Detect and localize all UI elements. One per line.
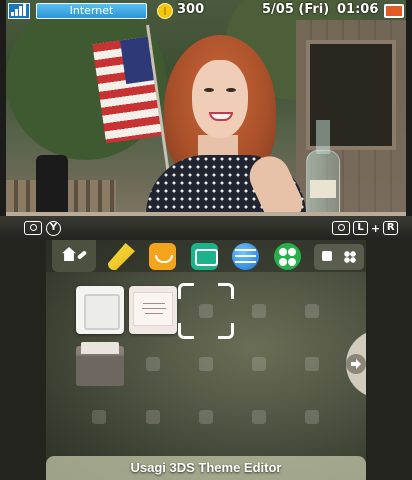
- camera-shortcut-left[interactable]: Y: [24, 219, 61, 237]
- empty-slot[interactable]: [199, 304, 213, 318]
- coin-icon: [157, 3, 173, 19]
- arrow-right-icon: [346, 354, 366, 374]
- next-page-button[interactable]: [346, 330, 366, 398]
- folder-app[interactable]: [76, 342, 124, 386]
- theme-title-bar: Usagi 3DS Theme Editor: [46, 456, 366, 480]
- bottle-neck: [316, 120, 330, 154]
- bottle-label: [310, 180, 336, 198]
- battery-icon: [384, 4, 404, 18]
- internet-connection-badge: Internet: [36, 3, 147, 19]
- wrench-icon: [76, 250, 88, 260]
- camera-icon: [24, 221, 42, 235]
- empty-slot[interactable]: [305, 410, 319, 424]
- view-size-toggle: [314, 244, 364, 270]
- empty-slot[interactable]: [252, 357, 266, 371]
- card-app[interactable]: [129, 286, 177, 334]
- empty-slot[interactable]: [92, 410, 106, 424]
- date: 5/05 (Fri): [262, 2, 330, 17]
- top-screen-wallpaper: Internet 300 5/05 (Fri) 01:06: [6, 0, 406, 240]
- empty-slot[interactable]: [146, 357, 160, 371]
- home-toolbar: [46, 240, 366, 272]
- clock: 01:06: [337, 2, 379, 17]
- empty-slot[interactable]: [252, 410, 266, 424]
- home-menu: Usagi 3DS Theme Editor: [46, 240, 366, 480]
- selection-cursor: [178, 283, 234, 339]
- empty-slot[interactable]: [199, 410, 213, 424]
- theme-title: Usagi 3DS Theme Editor: [130, 460, 282, 475]
- grid-icon[interactable]: [344, 251, 356, 263]
- camera-icon: [332, 221, 350, 235]
- white-square-app[interactable]: [76, 286, 124, 334]
- friends-icon[interactable]: [274, 243, 301, 270]
- notes-icon[interactable]: [108, 243, 135, 270]
- home-settings-icon: [62, 247, 76, 261]
- person-eye: [226, 88, 236, 92]
- bottom-screen-bezel-left: [0, 240, 46, 480]
- plus-separator: +: [371, 221, 381, 235]
- empty-slot[interactable]: [146, 410, 160, 424]
- bottom-screen-bezel-right: [366, 240, 412, 480]
- empty-slot[interactable]: [305, 357, 319, 371]
- status-bar: Internet 300 5/05 (Fri) 01:06: [6, 0, 406, 22]
- l-button-icon: L: [353, 221, 368, 235]
- miiverse-icon[interactable]: [149, 243, 176, 270]
- empty-slot[interactable]: [305, 304, 319, 318]
- play-coin-count: 300: [177, 2, 205, 17]
- r-button-icon: R: [383, 221, 399, 235]
- signal-icon: [8, 3, 30, 19]
- lamp-post: [36, 155, 68, 215]
- y-button-icon: Y: [46, 220, 61, 236]
- person-face: [192, 60, 248, 138]
- empty-slot[interactable]: [199, 357, 213, 371]
- person-eye: [204, 88, 214, 92]
- messaging-icon[interactable]: [191, 243, 218, 270]
- card-thumbnail: [133, 292, 173, 326]
- small-square-icon[interactable]: [322, 251, 332, 261]
- home-settings-button[interactable]: [52, 240, 96, 272]
- browser-icon[interactable]: [232, 243, 259, 270]
- empty-slot[interactable]: [252, 304, 266, 318]
- camera-shortcut-right[interactable]: L + R: [332, 219, 399, 237]
